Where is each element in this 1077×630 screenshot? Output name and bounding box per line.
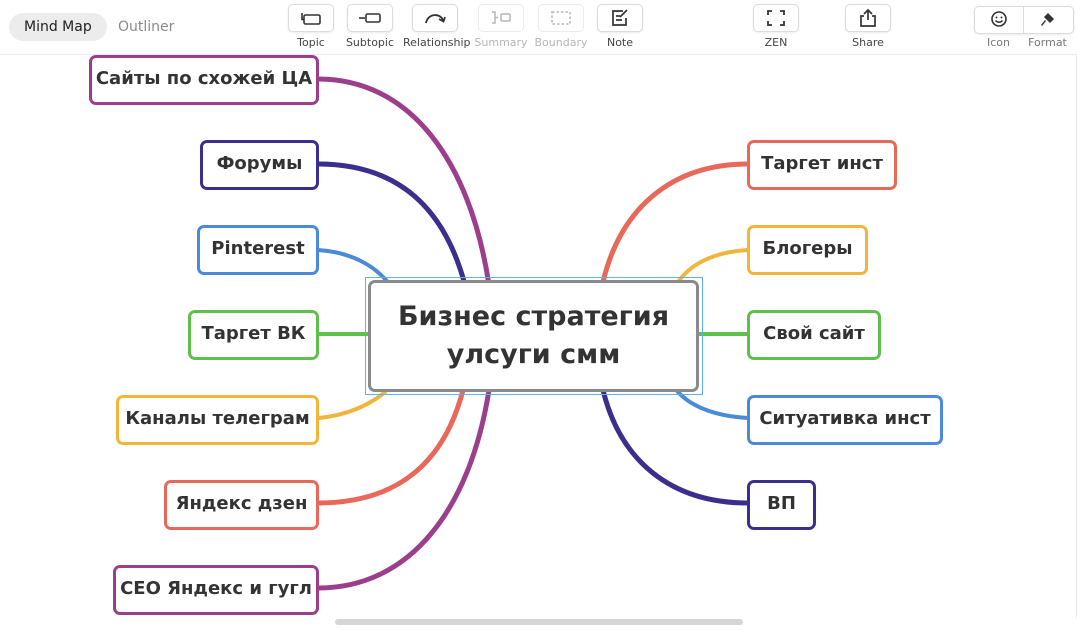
topic-own-site[interactable]: Свой сайт: [747, 310, 881, 360]
topic-vp[interactable]: ВП: [747, 480, 816, 530]
central-topic[interactable]: Бизнес стратегия улсуги смм: [368, 280, 699, 392]
central-topic-line2: улсуги смм: [446, 339, 621, 370]
topic-yandex-zen[interactable]: Яндекс дзен: [164, 480, 319, 530]
branch-vp: [600, 387, 751, 506]
format-brush-icon: [1040, 13, 1054, 26]
format-label: Format: [1028, 36, 1067, 49]
subtopic-label: Subtopic: [345, 36, 395, 49]
share-label: Share: [852, 36, 884, 49]
share-button[interactable]: Share: [836, 4, 900, 49]
tab-mind-map[interactable]: Mind Map: [9, 13, 107, 41]
branch-yandex-zen: [315, 387, 466, 506]
topic-seo-yandex-google[interactable]: СЕО Яндекс и гугл: [113, 565, 319, 615]
branch-target-inst: [600, 161, 751, 285]
central-topic-line1: Бизнес стратегия: [397, 301, 670, 332]
boundary-label: Boundary: [534, 36, 588, 49]
branch-seo: [315, 387, 492, 591]
topic-sites-similar-audience[interactable]: Сайты по схожей ЦА: [89, 55, 319, 105]
share-icon: [860, 8, 876, 27]
relationship-icon: [425, 14, 446, 24]
summary-button[interactable]: Summary: [469, 4, 533, 49]
horizontal-scrollbar[interactable]: [335, 619, 743, 625]
topic-button[interactable]: Topic: [279, 4, 343, 49]
subtopic-icon: [359, 13, 381, 23]
branch-telegram-channels: [316, 390, 387, 420]
summary-icon: [492, 11, 511, 24]
note-icon: [612, 9, 628, 26]
summary-label: Summary: [474, 36, 528, 49]
zen-button[interactable]: ZEN: [744, 4, 808, 49]
format-button[interactable]: Format: [1023, 6, 1072, 49]
topic-bloggers[interactable]: Блогеры: [747, 225, 868, 275]
topic-target-inst[interactable]: Таргет инст: [747, 140, 897, 190]
topic-pinterest[interactable]: Pinterest: [197, 225, 319, 275]
topic-label: Topic: [297, 36, 325, 49]
zen-icon: [767, 10, 785, 26]
branch-situational-inst: [676, 390, 750, 420]
zen-label: ZEN: [764, 36, 788, 49]
topic-forums[interactable]: Форумы: [200, 140, 319, 190]
topic-situational-inst[interactable]: Ситуативка инст: [747, 395, 943, 445]
note-button[interactable]: Note: [588, 4, 652, 49]
toolbar: Mind Map Outliner Topic Subtopic Relatio…: [0, 0, 1077, 55]
boundary-button[interactable]: Boundary: [529, 4, 593, 49]
tab-outliner[interactable]: Outliner: [103, 13, 189, 41]
note-label: Note: [606, 36, 634, 49]
subtopic-button[interactable]: Subtopic: [338, 4, 402, 49]
relationship-button[interactable]: Relationship: [403, 4, 471, 49]
topic-telegram-channels[interactable]: Каналы телеграм: [116, 395, 319, 445]
topic-icon: [301, 13, 321, 25]
topic-target-vk[interactable]: Таргет ВК: [188, 310, 319, 360]
relationship-label: Relationship: [403, 36, 471, 49]
boundary-icon: [551, 11, 571, 25]
icon-label: Icon: [987, 36, 1010, 49]
branch-forums: [315, 161, 468, 288]
icon-button[interactable]: Icon: [974, 6, 1023, 49]
smiley-icon: [990, 11, 1007, 27]
